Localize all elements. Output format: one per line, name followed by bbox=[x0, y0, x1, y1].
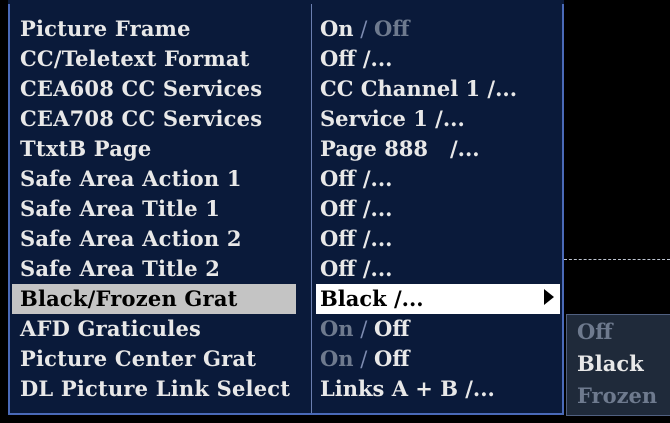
row-label: Safe Area Title 1 bbox=[20, 196, 221, 221]
row-label: Black/Frozen Grat bbox=[20, 286, 238, 311]
row-label: CC/Teletext Format bbox=[20, 46, 250, 71]
row-label: TtxtB Page bbox=[20, 136, 152, 161]
submenu-item-frozen[interactable]: Frozen bbox=[577, 383, 657, 408]
value-on: On bbox=[320, 316, 354, 341]
row-label: CEA708 CC Services bbox=[20, 106, 263, 131]
row-label: AFD Graticules bbox=[20, 316, 202, 341]
menu-row-dl-picture-link-select[interactable]: DL Picture Link Select Links A + B /... bbox=[10, 374, 566, 404]
row-label: DL Picture Link Select bbox=[20, 376, 291, 401]
menu-row-ttxtb-page[interactable]: TtxtB Page Page 888 /... bbox=[10, 134, 566, 164]
value-separator: / bbox=[353, 347, 374, 371]
row-label: Safe Area Title 2 bbox=[20, 256, 221, 281]
row-value[interactable]: Off /... bbox=[320, 256, 392, 281]
menu-row-afd-graticules[interactable]: AFD Graticules On / Off bbox=[10, 314, 566, 344]
submenu-arrow-icon[interactable] bbox=[544, 289, 554, 305]
menu-row-cea708-cc-services[interactable]: CEA708 CC Services Service 1 /... bbox=[10, 104, 566, 134]
menu-row-cc-teletext-format[interactable]: CC/Teletext Format Off /... bbox=[10, 44, 566, 74]
graticule-dashed-line bbox=[564, 259, 670, 260]
row-value[interactable]: On / Off bbox=[320, 16, 410, 41]
row-label: Picture Center Grat bbox=[20, 346, 257, 371]
row-label: CEA608 CC Services bbox=[20, 76, 263, 101]
graticule-settings-menu: Picture Frame On / Off CC/Teletext Forma… bbox=[8, 4, 564, 415]
menu-row-safe-area-title-2[interactable]: Safe Area Title 2 Off /... bbox=[10, 254, 566, 284]
row-value[interactable]: Service 1 /... bbox=[320, 106, 465, 131]
row-value[interactable]: CC Channel 1 /... bbox=[320, 76, 517, 101]
row-value[interactable]: Off /... bbox=[320, 46, 392, 71]
row-label: Safe Area Action 1 bbox=[20, 166, 242, 191]
row-value[interactable]: Page 888 /... bbox=[320, 136, 480, 161]
row-value[interactable]: Off /... bbox=[320, 166, 392, 191]
row-value[interactable]: Off /... bbox=[320, 226, 392, 251]
menu-row-black-frozen-grat[interactable]: Black/Frozen Grat Black /... bbox=[10, 284, 566, 314]
row-value[interactable]: On / Off bbox=[320, 346, 410, 371]
submenu-item-black[interactable]: Black bbox=[577, 351, 644, 376]
row-label: Safe Area Action 2 bbox=[20, 226, 242, 251]
row-value[interactable]: Off /... bbox=[320, 196, 392, 221]
menu-row-picture-center-grat[interactable]: Picture Center Grat On / Off bbox=[10, 344, 566, 374]
row-label: Picture Frame bbox=[20, 16, 191, 41]
row-value[interactable]: Black /... bbox=[320, 286, 424, 311]
value-separator: / bbox=[353, 317, 374, 341]
row-value[interactable]: On / Off bbox=[320, 316, 410, 341]
value-on: On bbox=[320, 346, 354, 371]
value-separator: / bbox=[353, 17, 374, 41]
menu-row-picture-frame[interactable]: Picture Frame On / Off bbox=[10, 14, 566, 44]
value-on: On bbox=[320, 16, 354, 41]
value-off: Off bbox=[374, 316, 410, 341]
black-frozen-submenu: Off Black Frozen bbox=[566, 314, 670, 416]
menu-row-safe-area-action-1[interactable]: Safe Area Action 1 Off /... bbox=[10, 164, 566, 194]
submenu-item-off[interactable]: Off bbox=[577, 319, 613, 344]
row-value[interactable]: Links A + B /... bbox=[320, 376, 495, 401]
menu-row-safe-area-action-2[interactable]: Safe Area Action 2 Off /... bbox=[10, 224, 566, 254]
value-off: Off bbox=[374, 346, 410, 371]
menu-row-safe-area-title-1[interactable]: Safe Area Title 1 Off /... bbox=[10, 194, 566, 224]
menu-row-cea608-cc-services[interactable]: CEA608 CC Services CC Channel 1 /... bbox=[10, 74, 566, 104]
value-off: Off bbox=[374, 16, 410, 41]
